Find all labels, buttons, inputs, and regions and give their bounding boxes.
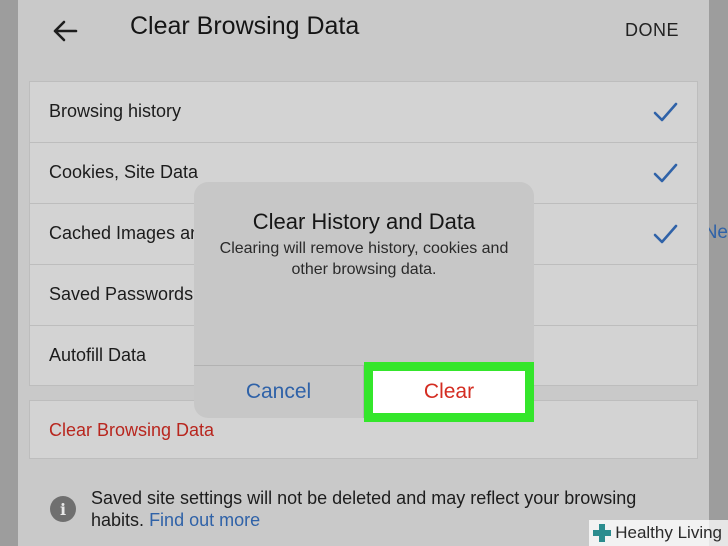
- checkmark-icon: [653, 224, 678, 244]
- option-label: Browsing history: [49, 101, 182, 121]
- back-button[interactable]: [48, 14, 82, 48]
- clear-browsing-data-label: Clear Browsing Data: [49, 420, 215, 440]
- option-label: Autofill Data: [49, 345, 147, 365]
- dialog-title: Clear History and Data: [252, 209, 476, 234]
- watermark: Healthy Living: [589, 520, 728, 546]
- watermark-text: Healthy Living: [615, 523, 722, 542]
- checkmark-icon: [653, 102, 678, 122]
- clear-button[interactable]: Clear: [373, 371, 525, 413]
- option-browsing-history[interactable]: Browsing history: [30, 82, 697, 143]
- info-note: Saved site settings will not be deleted …: [91, 487, 661, 531]
- find-out-more-link[interactable]: Find out more: [149, 510, 260, 530]
- clear-button-highlight: Clear: [364, 362, 534, 422]
- page-title: Clear Browsing Data: [130, 12, 360, 40]
- done-button[interactable]: DONE: [625, 20, 679, 41]
- info-icon: i: [50, 496, 76, 522]
- arrow-left-icon: [53, 20, 78, 42]
- cancel-button[interactable]: Cancel: [194, 366, 363, 418]
- checkmark-icon: [653, 163, 678, 183]
- top-bar: Clear Browsing Data DONE: [18, 0, 709, 64]
- dialog-message: Clearing will remove history, cookies an…: [219, 240, 509, 278]
- option-label: Saved Passwords: [49, 284, 194, 304]
- option-label: Cookies, Site Data: [49, 162, 199, 182]
- cross-logo-icon: [593, 524, 612, 542]
